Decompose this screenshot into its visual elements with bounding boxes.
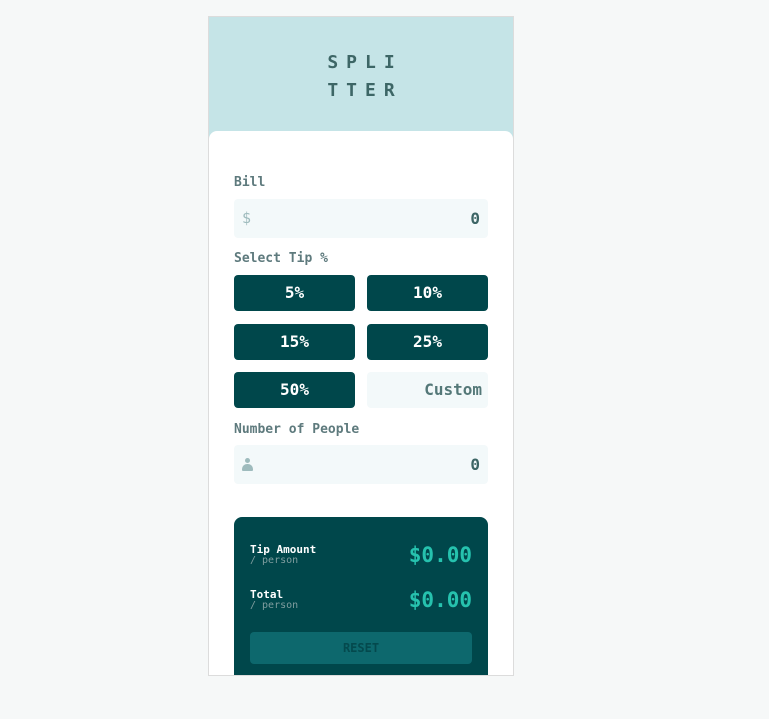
tip-amount-value: $0.00 (408, 543, 472, 567)
tip-5-button[interactable]: 5% (234, 275, 355, 311)
tip-25-button[interactable]: 25% (367, 324, 488, 360)
logo-line-2: TTER (327, 80, 403, 101)
app-logo: SPLI TTER (209, 49, 513, 105)
bill-label: Bill (234, 175, 266, 190)
people-value: 0 (470, 455, 480, 474)
dollar-icon: $ (242, 209, 252, 227)
people-input[interactable]: 0 (234, 445, 488, 484)
tip-10-button[interactable]: 10% (367, 275, 488, 311)
bill-input[interactable]: $ 0 (234, 199, 488, 238)
tip-15-button[interactable]: 15% (234, 324, 355, 360)
result-panel: Tip Amount / person $0.00 Total / person… (234, 517, 488, 675)
number-of-people-label: Number of People (234, 422, 360, 437)
person-icon (242, 458, 253, 472)
total-per-person: / person (250, 600, 299, 611)
reset-button[interactable]: RESET (250, 632, 472, 664)
total-value: $0.00 (408, 588, 472, 612)
select-tip-label: Select Tip % (234, 251, 328, 266)
bill-value: 0 (470, 209, 480, 228)
calculator-card: Bill $ 0 Select Tip % 5% 10% 15% 25% 50%… (209, 131, 513, 675)
tip-amount-per-person: / person (250, 555, 299, 566)
tip-50-button[interactable]: 50% (234, 372, 355, 408)
logo-line-1: SPLI (327, 52, 403, 73)
custom-tip-input[interactable]: Custom (367, 372, 488, 408)
splitter-app: SPLI TTER Bill $ 0 Select Tip % 5% 10% 1… (208, 16, 514, 676)
